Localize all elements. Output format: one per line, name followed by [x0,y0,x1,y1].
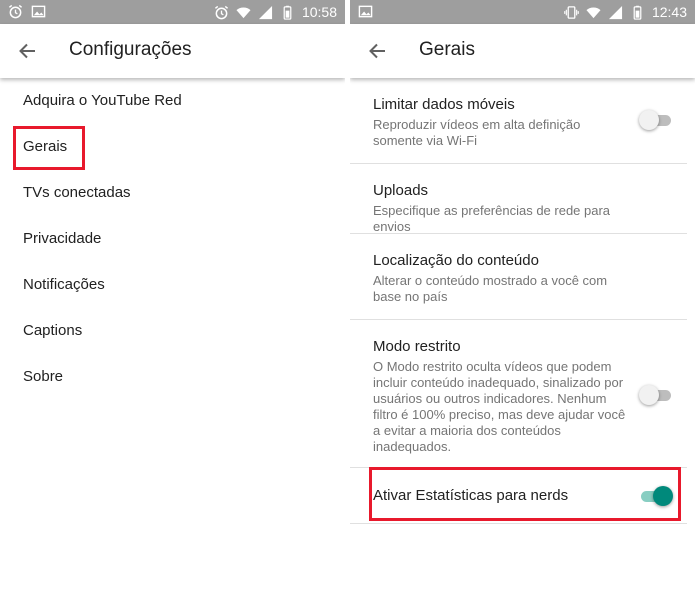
wifi-icon [236,7,251,18]
wifi-icon [586,7,601,18]
modo-restrito-toggle[interactable] [639,385,673,405]
setting-title: Uploads [373,182,429,199]
toggle-thumb [653,486,673,506]
setting-limitar-dados[interactable]: Limitar dados móveis Reproduzir vídeos e… [350,78,687,164]
menu-item-tvs-conectadas[interactable]: TVs conectadas [0,170,345,216]
setting-title: Modo restrito [373,338,461,355]
battery-icon [633,5,642,20]
estatisticas-nerds-toggle[interactable] [639,486,673,506]
status-bar: 10:58 [0,0,345,24]
image-icon [358,5,373,18]
setting-subtitle: Especifique as preferências de rede para… [373,203,611,234]
limitar-dados-toggle[interactable] [639,110,673,130]
status-time: 12:43 [651,4,687,20]
toggle-thumb [639,385,659,405]
menu-item-gerais[interactable]: Gerais [0,124,345,170]
signal-icon [258,5,273,19]
menu-item-captions[interactable]: Captions [0,308,345,354]
setting-title: Limitar dados móveis [373,96,515,113]
setting-localizacao[interactable]: Localização do conteúdo Alterar o conteú… [350,234,687,320]
menu-item-privacidade[interactable]: Privacidade [0,216,345,262]
toolbar: Configurações [0,24,345,78]
settings-screen: 10:58 Configurações Adquira o YouTube Re… [0,0,345,613]
setting-modo-restrito[interactable]: Modo restrito O Modo restrito oculta víd… [350,320,687,468]
menu-item-youtube-red[interactable]: Adquira o YouTube Red [0,78,345,124]
setting-subtitle: O Modo restrito oculta vídeos que podem … [373,359,626,454]
setting-title: Localização do conteúdo [373,252,539,269]
alarm-icon [8,4,23,19]
general-settings-screen: 12:43 Gerais Limitar dados móveis Reprod… [350,0,695,613]
battery-icon [283,5,292,20]
page-title: Configurações [69,39,192,60]
alarm-icon [214,5,229,19]
status-bar: 12:43 [350,0,695,24]
menu-item-notificacoes[interactable]: Notificações [0,262,345,308]
toggle-thumb [639,110,659,130]
status-time: 10:58 [301,4,337,20]
setting-estatisticas-nerds[interactable]: Ativar Estatísticas para nerds [350,468,687,524]
back-arrow-icon[interactable] [17,41,37,61]
settings-list: Limitar dados móveis Reproduzir vídeos e… [350,78,695,524]
toolbar: Gerais [350,24,695,78]
setting-uploads[interactable]: Uploads Especifique as preferências de r… [350,164,687,234]
page-title: Gerais [419,39,475,60]
settings-menu-list: Adquira o YouTube Red Gerais TVs conecta… [0,78,345,400]
menu-item-sobre[interactable]: Sobre [0,354,345,400]
image-icon [31,5,46,18]
setting-subtitle: Reproduzir vídeos em alta definição some… [373,117,581,148]
setting-title: Ativar Estatísticas para nerds [373,487,569,504]
back-arrow-icon[interactable] [367,41,387,61]
signal-icon [608,5,623,19]
setting-subtitle: Alterar o conteúdo mostrado a você com b… [373,273,608,304]
vibrate-icon [564,5,579,19]
